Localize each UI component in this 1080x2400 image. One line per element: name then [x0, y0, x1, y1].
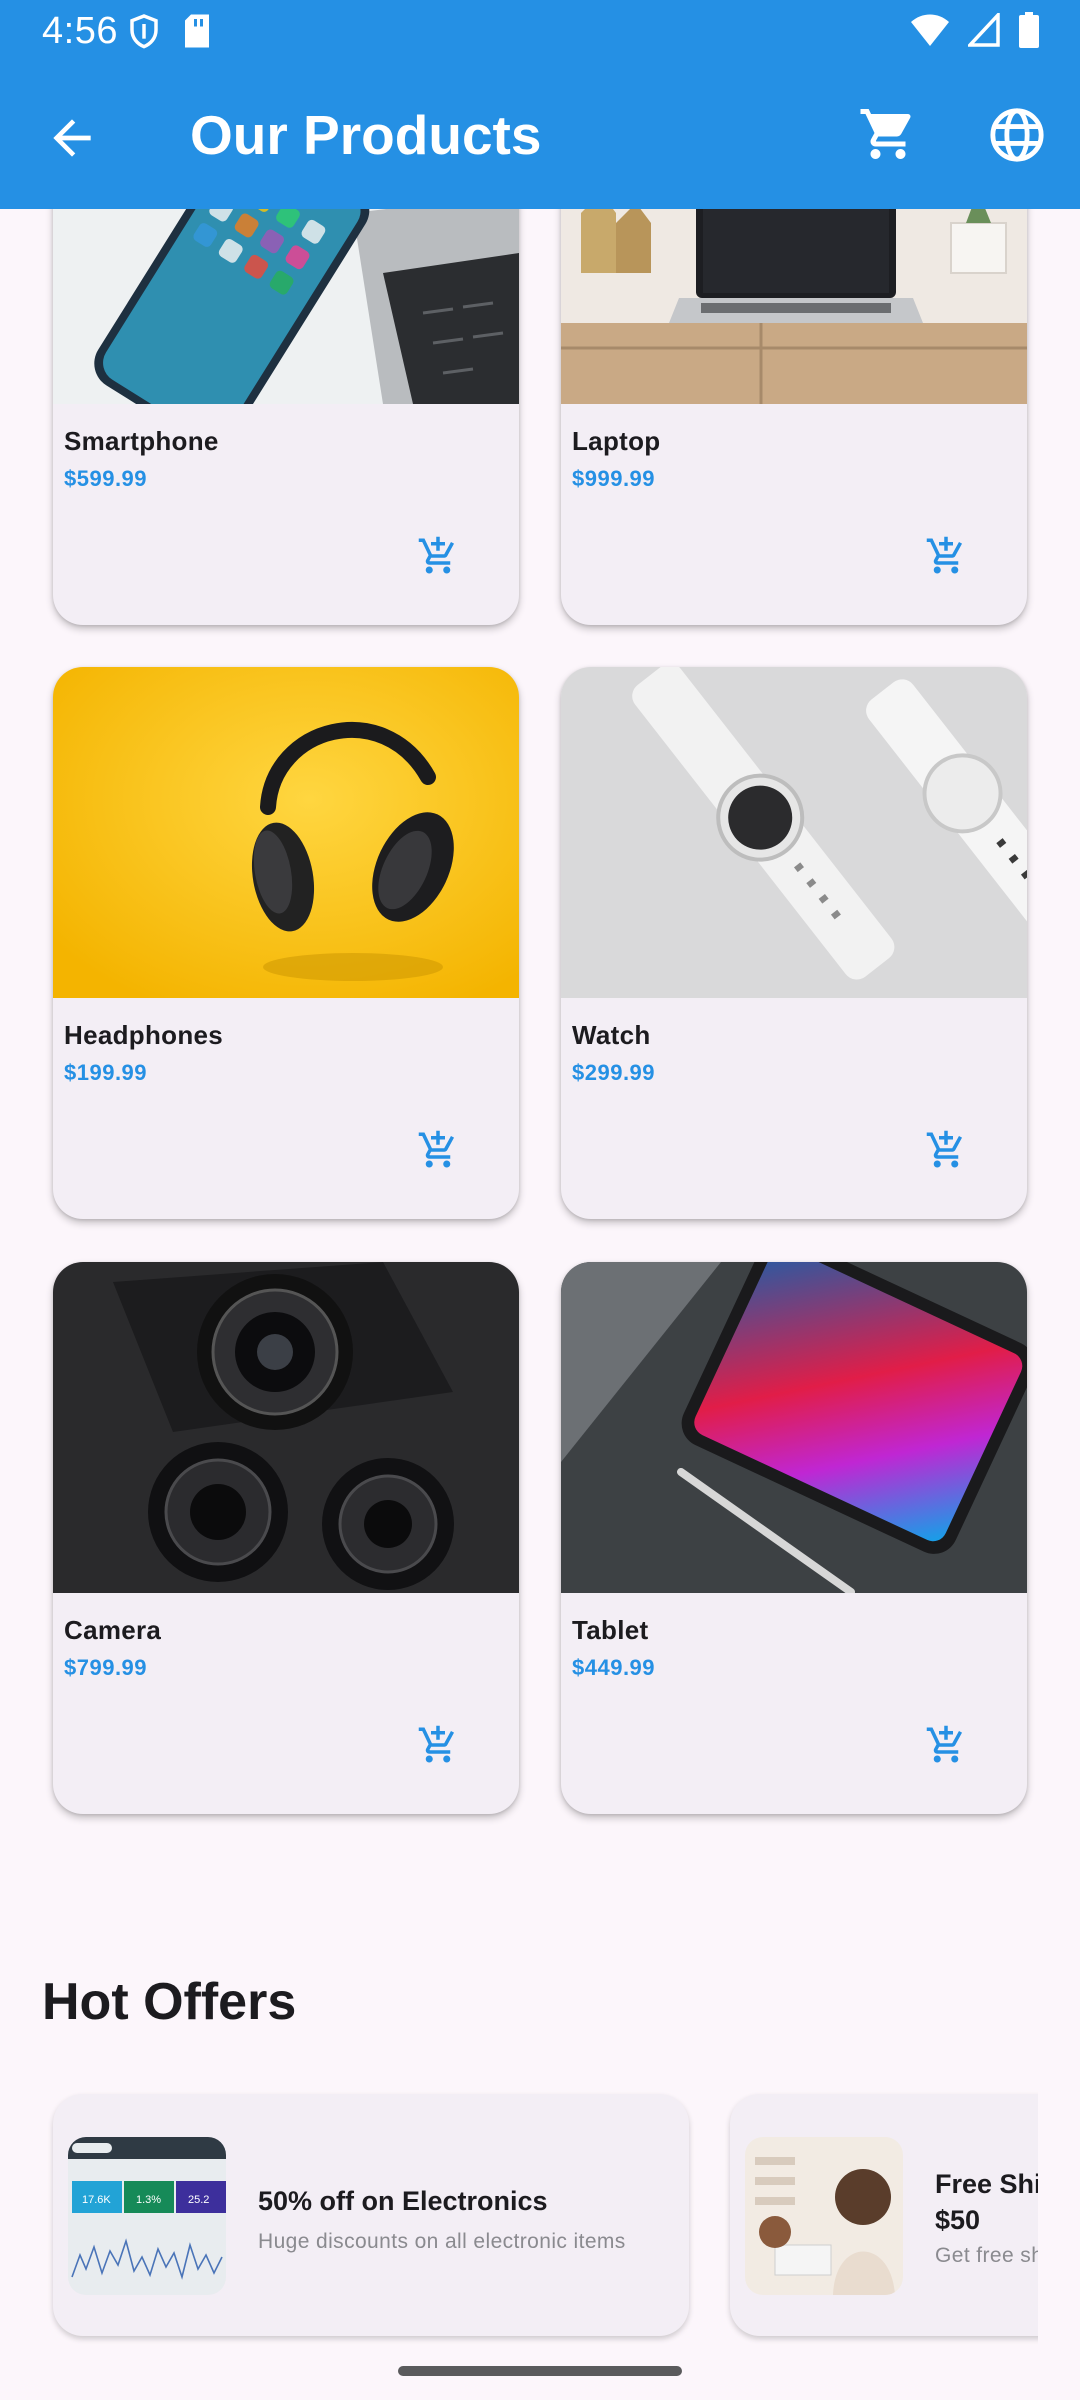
- offer-title-line2: $50: [935, 2205, 981, 2235]
- shield-icon: [130, 14, 158, 49]
- product-price: $599.99: [64, 466, 148, 491]
- app-bar: 4:56 Our Products: [0, 0, 1080, 209]
- page-title: Our Products: [190, 104, 542, 166]
- add-to-cart-icon[interactable]: [925, 535, 967, 577]
- offer-chart-value: 1.3%: [136, 2194, 161, 2206]
- wifi-icon: [911, 14, 949, 46]
- gesture-nav-handle[interactable]: [398, 2366, 682, 2376]
- product-price: $799.99: [64, 1655, 148, 1680]
- product-image-camera: [53, 1262, 519, 1593]
- product-name: Camera: [64, 1615, 162, 1645]
- product-card-headphones[interactable]: Headphones $199.99: [53, 667, 519, 1219]
- add-to-cart-icon[interactable]: [417, 535, 459, 577]
- language-globe-icon[interactable]: [988, 106, 1046, 164]
- product-card-tablet[interactable]: Tablet $449.99: [561, 1262, 1027, 1814]
- offer-title-line1: Free Shi: [935, 2169, 1038, 2199]
- cart-icon[interactable]: [858, 104, 918, 164]
- section-title-hot-offers: Hot Offers: [42, 1973, 297, 2031]
- offer-subtitle: Huge discounts on all electronic items: [258, 2230, 626, 2253]
- offer-image-shipping: [745, 2137, 903, 2295]
- add-to-cart-icon[interactable]: [925, 1129, 967, 1171]
- offer-title: 50% off on Electronics: [258, 2186, 548, 2216]
- product-card-camera[interactable]: Camera $799.99: [53, 1262, 519, 1814]
- product-price: $199.99: [64, 1060, 148, 1085]
- status-right-icons: [910, 12, 1040, 48]
- offer-title: Free Shi $50: [935, 2166, 1038, 2238]
- battery-icon: [1019, 12, 1039, 48]
- product-name: Watch: [572, 1020, 651, 1050]
- offer-subtitle: Get free sh: [935, 2244, 1038, 2267]
- product-card-watch[interactable]: Watch $299.99: [561, 667, 1027, 1219]
- product-price: $449.99: [572, 1655, 656, 1680]
- offers-carousel[interactable]: 17.6K 1.3% 25.2 50% off on Electronics H…: [42, 2088, 1038, 2348]
- offer-chart-value: 25.2: [188, 2194, 209, 2206]
- add-to-cart-icon[interactable]: [417, 1129, 459, 1171]
- product-name: Laptop: [572, 426, 661, 456]
- product-price: $299.99: [572, 1060, 656, 1085]
- product-name: Tablet: [572, 1615, 649, 1645]
- offer-image-analytics: 17.6K 1.3% 25.2: [68, 2137, 226, 2295]
- back-arrow-icon[interactable]: [44, 110, 100, 166]
- status-time: 4:56: [42, 10, 118, 52]
- sd-card-icon: [185, 14, 209, 48]
- product-image-tablet: [561, 1262, 1027, 1593]
- product-name: Headphones: [64, 1020, 224, 1050]
- product-name: Smartphone: [64, 426, 219, 456]
- signal-icon: [968, 13, 1000, 47]
- offer-chart-value: 17.6K: [82, 2194, 111, 2206]
- offer-card-electronics[interactable]: 17.6K 1.3% 25.2 50% off on Electronics H…: [53, 2094, 689, 2336]
- product-price: $999.99: [572, 466, 656, 491]
- add-to-cart-icon[interactable]: [925, 1724, 967, 1766]
- product-image-watch: [561, 667, 1027, 998]
- offer-card-free-shipping[interactable]: Free Shi $50 Get free sh: [730, 2094, 1038, 2336]
- product-image-headphones: [53, 667, 519, 998]
- status-left-icons: [128, 13, 212, 51]
- add-to-cart-icon[interactable]: [417, 1724, 459, 1766]
